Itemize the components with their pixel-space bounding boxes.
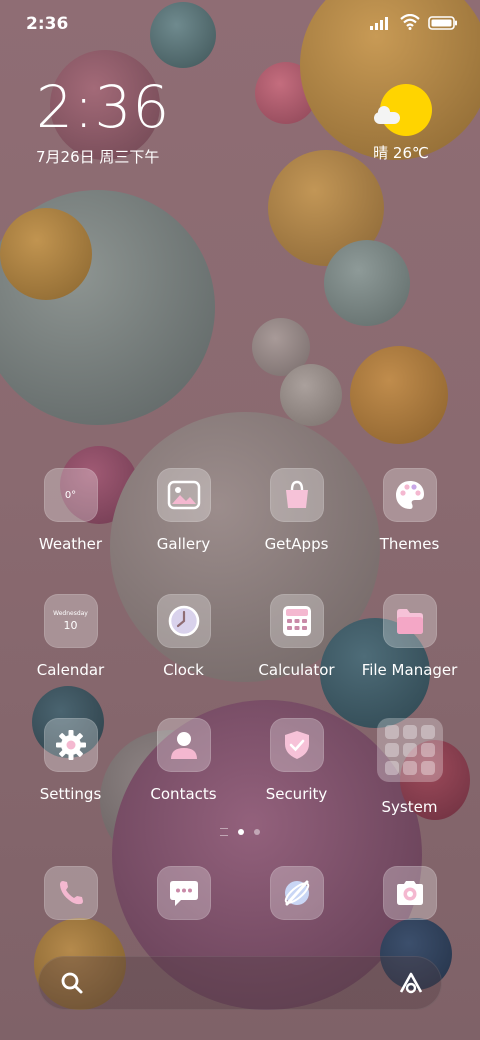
clock-icon bbox=[156, 594, 211, 648]
app-drawer-indicator-icon[interactable] bbox=[220, 828, 228, 836]
app-label: System bbox=[381, 798, 438, 816]
app-gallery[interactable]: Gallery bbox=[127, 468, 240, 588]
app-file-manager[interactable]: File Manager bbox=[353, 594, 466, 714]
shopping-bag-icon bbox=[269, 468, 324, 522]
weather-widget-text: 晴 26℃ bbox=[373, 144, 429, 162]
app-label: Weather bbox=[38, 535, 103, 553]
app-contacts[interactable]: Contacts bbox=[127, 718, 240, 838]
app-label: Security bbox=[265, 785, 328, 803]
shield-icon bbox=[269, 718, 324, 772]
assistant-icon[interactable] bbox=[398, 970, 424, 1000]
status-time: 2:36 bbox=[26, 14, 69, 34]
app-label: GetApps bbox=[264, 535, 329, 553]
app-grid-row-3: Settings Contacts Security System bbox=[14, 718, 466, 838]
app-label: Gallery bbox=[156, 535, 211, 553]
app-grid-row-2: Wednesday 10 Calendar Clock Calculator F… bbox=[14, 594, 466, 714]
sunny-weather-icon bbox=[374, 84, 432, 136]
app-label: Calculator bbox=[258, 661, 335, 679]
message-icon bbox=[156, 866, 211, 920]
folder-icon bbox=[382, 594, 437, 648]
page-indicator[interactable] bbox=[0, 828, 480, 836]
weather-icon: 0° bbox=[43, 468, 98, 522]
calculator-icon bbox=[269, 594, 324, 648]
app-themes[interactable]: Themes bbox=[353, 468, 466, 588]
app-label: Clock bbox=[163, 661, 204, 679]
page-dot[interactable] bbox=[254, 829, 260, 835]
app-settings[interactable]: Settings bbox=[14, 718, 127, 838]
app-getapps[interactable]: GetApps bbox=[240, 468, 353, 588]
browser-icon bbox=[269, 866, 324, 920]
app-label: Settings bbox=[39, 785, 102, 803]
search-bar[interactable] bbox=[38, 956, 442, 1010]
app-grid: 0° Weather Gallery GetApps Themes bbox=[14, 468, 466, 588]
page-dot-active[interactable] bbox=[238, 829, 244, 835]
app-label: Calendar bbox=[36, 661, 105, 679]
calendar-icon: Wednesday 10 bbox=[43, 594, 98, 648]
weather-widget[interactable]: 晴 26℃ bbox=[356, 84, 446, 163]
app-security[interactable]: Security bbox=[240, 718, 353, 838]
app-label: Themes bbox=[379, 535, 440, 553]
search-icon[interactable] bbox=[60, 971, 84, 999]
app-label: Contacts bbox=[150, 785, 217, 803]
app-weather[interactable]: 0° Weather bbox=[14, 468, 127, 588]
status-bar: 2:36 bbox=[0, 0, 480, 50]
signal-icon bbox=[370, 15, 392, 34]
app-clock[interactable]: Clock bbox=[127, 594, 240, 714]
wifi-icon bbox=[400, 13, 420, 34]
clock-widget-date: 7月26日 周三下午 bbox=[36, 148, 160, 166]
app-calculator[interactable]: Calculator bbox=[240, 594, 353, 714]
app-calendar[interactable]: Wednesday 10 Calendar bbox=[14, 594, 127, 714]
home-screen: 2:36 2:36 7月26日 周三下午 晴 26℃ 0° Weather Ga… bbox=[0, 0, 480, 1040]
clock-widget-time[interactable]: 2:36 bbox=[36, 78, 170, 136]
gallery-icon bbox=[156, 468, 211, 522]
gear-icon bbox=[43, 718, 98, 772]
palette-icon bbox=[382, 468, 437, 522]
app-label: File Manager bbox=[361, 661, 458, 679]
folder-grid-icon bbox=[376, 718, 443, 782]
person-icon bbox=[156, 718, 211, 772]
camera-icon bbox=[382, 866, 437, 920]
app-system-folder[interactable]: System bbox=[353, 718, 466, 838]
phone-icon bbox=[43, 866, 98, 920]
battery-icon bbox=[428, 15, 458, 34]
